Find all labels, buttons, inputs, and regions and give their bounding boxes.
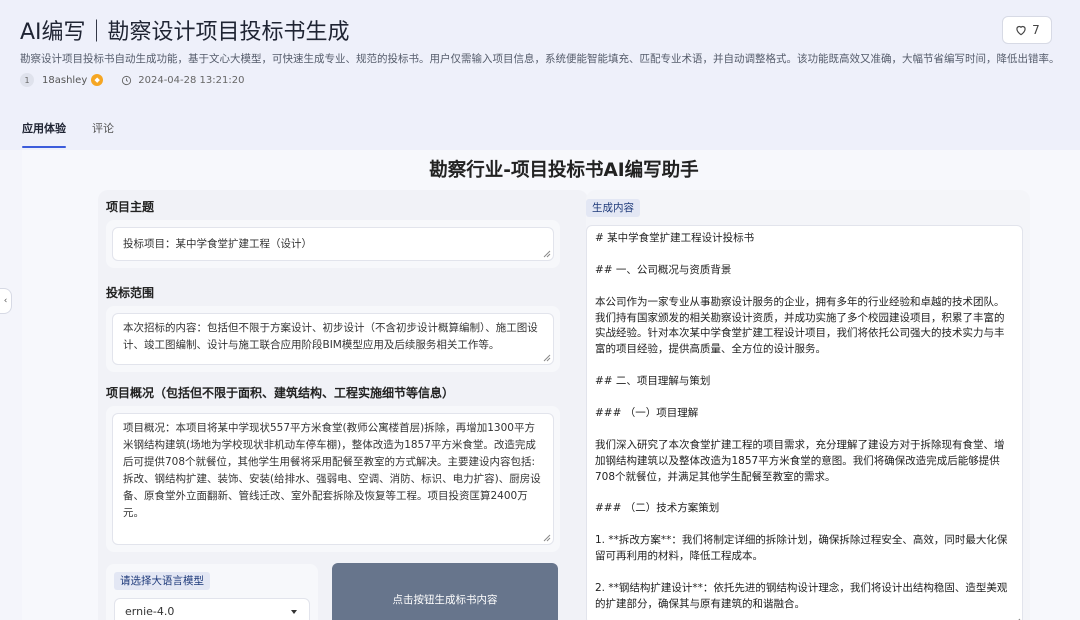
like-button[interactable]: 7 xyxy=(1002,16,1052,44)
project-subject-card: 投标项目：某中学食堂扩建工程（设计） xyxy=(106,220,560,268)
caret-down-icon xyxy=(291,610,297,614)
app-title: 勘察行业-项目投标书AI编写助手 xyxy=(429,160,699,181)
bid-scope-card: 本次招标的内容：包括但不限于方案设计、初步设计（不含初步设计概算编制）、施工图设… xyxy=(106,306,560,372)
tab-bar: 应用体验 评论 xyxy=(22,118,114,150)
heart-icon xyxy=(1016,25,1026,36)
output-label: 生成内容 xyxy=(586,199,640,217)
bid-scope-input[interactable]: 本次招标的内容：包括但不限于方案设计、初步设计（不含初步设计概算编制）、施工图设… xyxy=(112,313,554,365)
model-select-value: ernie-4.0 xyxy=(125,605,175,618)
bid-scope-label: 投标范围 xyxy=(106,286,155,300)
clock-icon xyxy=(122,75,132,85)
project-overview-label: 项目概况（包括但不限于面积、建筑结构、工程实施细节等信息） xyxy=(106,386,455,400)
level-badge-icon: ◆ xyxy=(91,74,104,86)
resize-handle-icon[interactable] xyxy=(543,354,551,362)
publish-timestamp: 2024-04-28 13:21:20 xyxy=(138,74,245,86)
model-select-card: 请选择大语言模型 ernie-4.0 xyxy=(106,564,318,620)
project-overview-card: 项目概况：本项目将某中学现状557平方米食堂(教师公寓楼首层)拆除，再增加130… xyxy=(106,406,560,552)
project-subject-label: 项目主题 xyxy=(106,200,155,214)
author-name[interactable]: 18ashley xyxy=(42,75,87,86)
sidebar-toggle-chevron-icon[interactable]: ‹ xyxy=(0,288,12,314)
project-overview-input[interactable]: 项目概况：本项目将某中学现状557平方米食堂(教师公寓楼首层)拆除，再增加130… xyxy=(112,413,554,545)
output-panel: 生成内容 # 某中学食堂扩建工程设计投标书 ## 一、公司概况与资质背景 本公司… xyxy=(586,190,1030,620)
app-header: AI编写｜勘察设计项目投标书生成 7 勘察设计项目投标书自动生成功能，基于文心大… xyxy=(0,0,1080,150)
resize-handle-icon[interactable] xyxy=(543,250,551,258)
page-title: AI编写｜勘察设计项目投标书生成 xyxy=(20,20,350,45)
input-panel: 项目主题 投标项目：某中学食堂扩建工程（设计） 投标范围 本次招标的内容：包括但… xyxy=(98,190,588,620)
like-count: 7 xyxy=(1032,23,1040,37)
author-meta: 1 18ashley ◆ 2024-04-28 13:21:20 xyxy=(20,72,244,88)
project-subject-input[interactable]: 投标项目：某中学食堂扩建工程（设计） xyxy=(112,227,554,261)
generated-content[interactable]: # 某中学食堂扩建工程设计投标书 ## 一、公司概况与资质背景 本公司作为一家专… xyxy=(586,225,1023,620)
app-main: 勘察行业-项目投标书AI编写助手 项目主题 投标项目：某中学食堂扩建工程（设计）… xyxy=(22,150,1080,620)
model-select-label: 请选择大语言模型 xyxy=(114,572,210,590)
generate-button[interactable]: 点击按钮生成标书内容 xyxy=(332,563,558,620)
avatar[interactable]: 1 xyxy=(20,73,34,87)
model-select[interactable]: ernie-4.0 xyxy=(114,598,310,620)
tab-app-experience[interactable]: 应用体验 xyxy=(22,118,66,148)
page-description: 勘察设计项目投标书自动生成功能，基于文心大模型，可快速生成专业、规范的投标书。用… xyxy=(20,53,1060,65)
tab-comments[interactable]: 评论 xyxy=(92,118,114,148)
resize-handle-icon[interactable] xyxy=(543,534,551,542)
